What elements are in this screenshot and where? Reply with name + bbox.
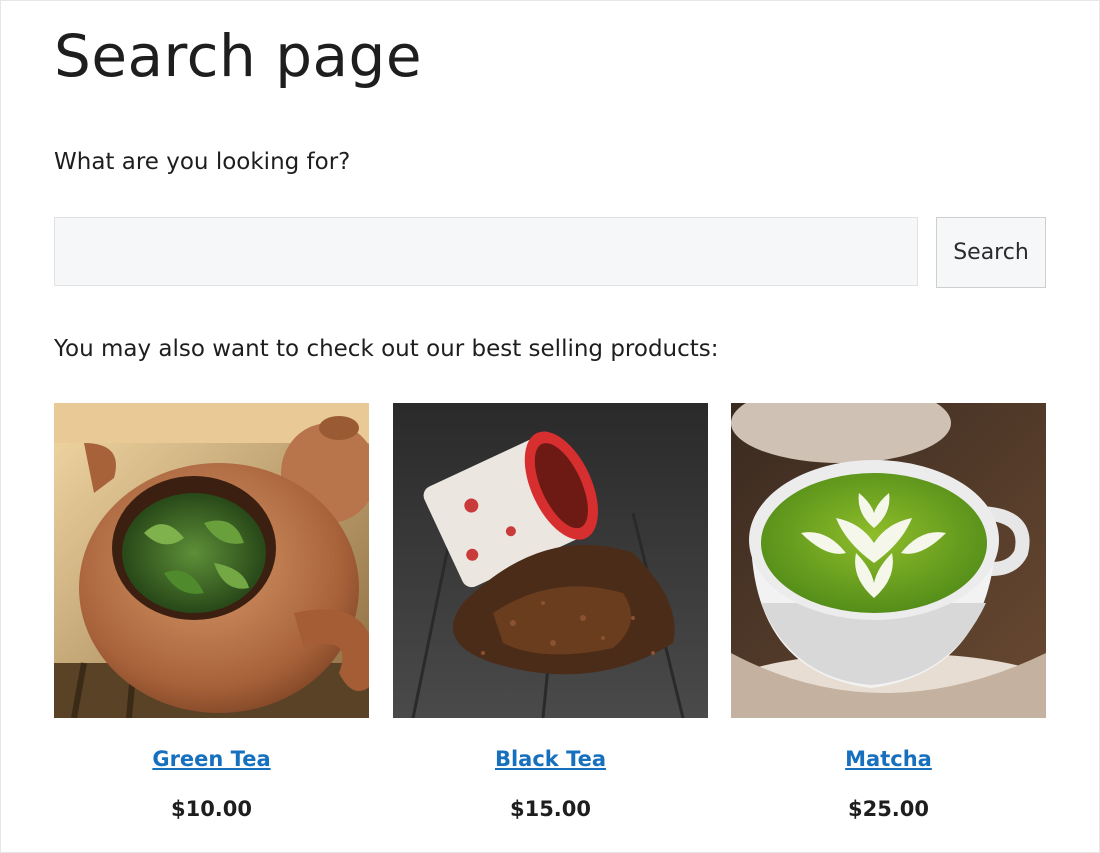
product-image-green-tea[interactable] xyxy=(54,403,369,718)
product-image-matcha[interactable] xyxy=(731,403,1046,718)
page-title: Search page xyxy=(54,22,423,90)
product-card: Black Tea $15.00 xyxy=(393,403,708,822)
product-link-black-tea[interactable]: Black Tea xyxy=(393,746,708,772)
product-card: Matcha $25.00 xyxy=(731,403,1046,822)
product-price: $15.00 xyxy=(509,797,592,821)
product-link-matcha[interactable]: Matcha xyxy=(731,746,1046,772)
product-link-green-tea[interactable]: Green Tea xyxy=(54,746,369,772)
search-prompt: What are you looking for? xyxy=(54,149,351,175)
product-price: $10.00 xyxy=(170,797,253,821)
product-price: $25.00 xyxy=(847,797,930,821)
search-input[interactable] xyxy=(54,217,918,286)
product-card: Green Tea $10.00 xyxy=(54,403,369,822)
product-image-black-tea[interactable] xyxy=(393,403,708,718)
search-button[interactable]: Search xyxy=(936,217,1046,288)
recommendations-intro: You may also want to check out our best … xyxy=(54,336,719,362)
